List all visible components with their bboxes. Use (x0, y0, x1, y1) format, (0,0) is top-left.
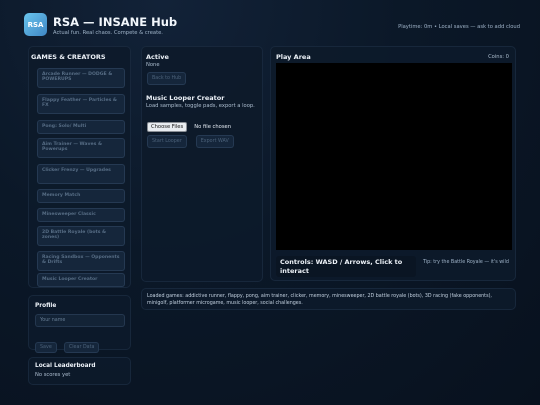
leaderboard-panel: Local Leaderboard No scores yet (28, 357, 131, 385)
export-wav-button[interactable]: Export WAV (195, 135, 234, 148)
creator-description: Load samples, toggle pads, export a loop… (146, 103, 255, 109)
game-button-memory-match[interactable]: Memory Match (37, 189, 125, 203)
game-button-aim-trainer[interactable]: Aim Trainer — Waves & Powerups (37, 138, 125, 158)
loaded-games-panel: Loaded games: addictive runner, flappy, … (141, 288, 516, 310)
app-title: RSA — INSANE Hub (53, 15, 178, 29)
game-button-clicker-frenzy[interactable]: Clicker Frenzy — Upgrades (37, 164, 125, 184)
play-area-heading: Play Area (276, 53, 311, 61)
start-looper-button[interactable]: Start Looper (147, 135, 187, 148)
games-sidebar: GAMES & CREATORS Arcade Runner — DODGE &… (28, 46, 131, 288)
game-button-arcade-runner[interactable]: Arcade Runner — DODGE & POWERUPS (37, 68, 125, 88)
creator-title: Music Looper Creator (146, 94, 225, 102)
game-canvas[interactable] (276, 63, 512, 250)
active-heading: Active (146, 53, 169, 61)
game-button-battle-royale[interactable]: 2D Battle Royale (bots & zones) (37, 226, 125, 246)
app-tagline: Actual fun. Real chaos. Compete & create… (53, 30, 163, 36)
profile-name-input[interactable]: Your name (35, 314, 125, 327)
back-to-hub-button[interactable]: Back to Hub (147, 72, 187, 85)
sidebar-heading: GAMES & CREATORS (31, 53, 106, 61)
controls-hint: Controls: WASD / Arrows, Click to intera… (276, 256, 416, 277)
app-header: RSA RSA — INSANE Hub Actual fun. Real ch… (24, 13, 520, 39)
app-logo: RSA (24, 13, 47, 36)
game-button-music-looper[interactable]: Music Looper Creator (37, 273, 125, 287)
game-button-flappy-feather[interactable]: Flappy Feather — Particles & FX (37, 94, 125, 114)
coins-counter: Coins: 0 (488, 54, 509, 60)
tip-text: Tip: try the Battle Royale — it's wild (423, 260, 509, 265)
profile-actions: Save Clear Data (35, 333, 100, 353)
game-button-minesweeper[interactable]: Minesweeper Classic (37, 208, 125, 222)
active-panel: Active None Back to Hub Music Looper Cre… (141, 46, 263, 282)
profile-panel: Profile Your name Save Clear Data (28, 295, 131, 353)
looper-actions: Start Looper Export WAV (147, 127, 234, 148)
playtime-status: Playtime: 0m • Local saves — ask to add … (398, 24, 520, 30)
active-game-value: None (146, 62, 160, 68)
profile-save-button[interactable]: Save (35, 342, 57, 353)
leaderboard-empty-text: No scores yet (35, 372, 71, 378)
clear-data-button[interactable]: Clear Data (63, 342, 100, 353)
profile-heading: Profile (35, 303, 57, 309)
game-button-racing-sandbox[interactable]: Racing Sandbox — Opponents & Drifts (37, 251, 125, 271)
game-button-pong[interactable]: Pong: Solo/ Multi (37, 120, 125, 134)
leaderboard-heading: Local Leaderboard (35, 363, 96, 369)
loaded-games-text: Loaded games: addictive runner, flappy, … (147, 294, 492, 306)
play-area-panel: Play Area Coins: 0 Controls: WASD / Arro… (270, 46, 516, 281)
